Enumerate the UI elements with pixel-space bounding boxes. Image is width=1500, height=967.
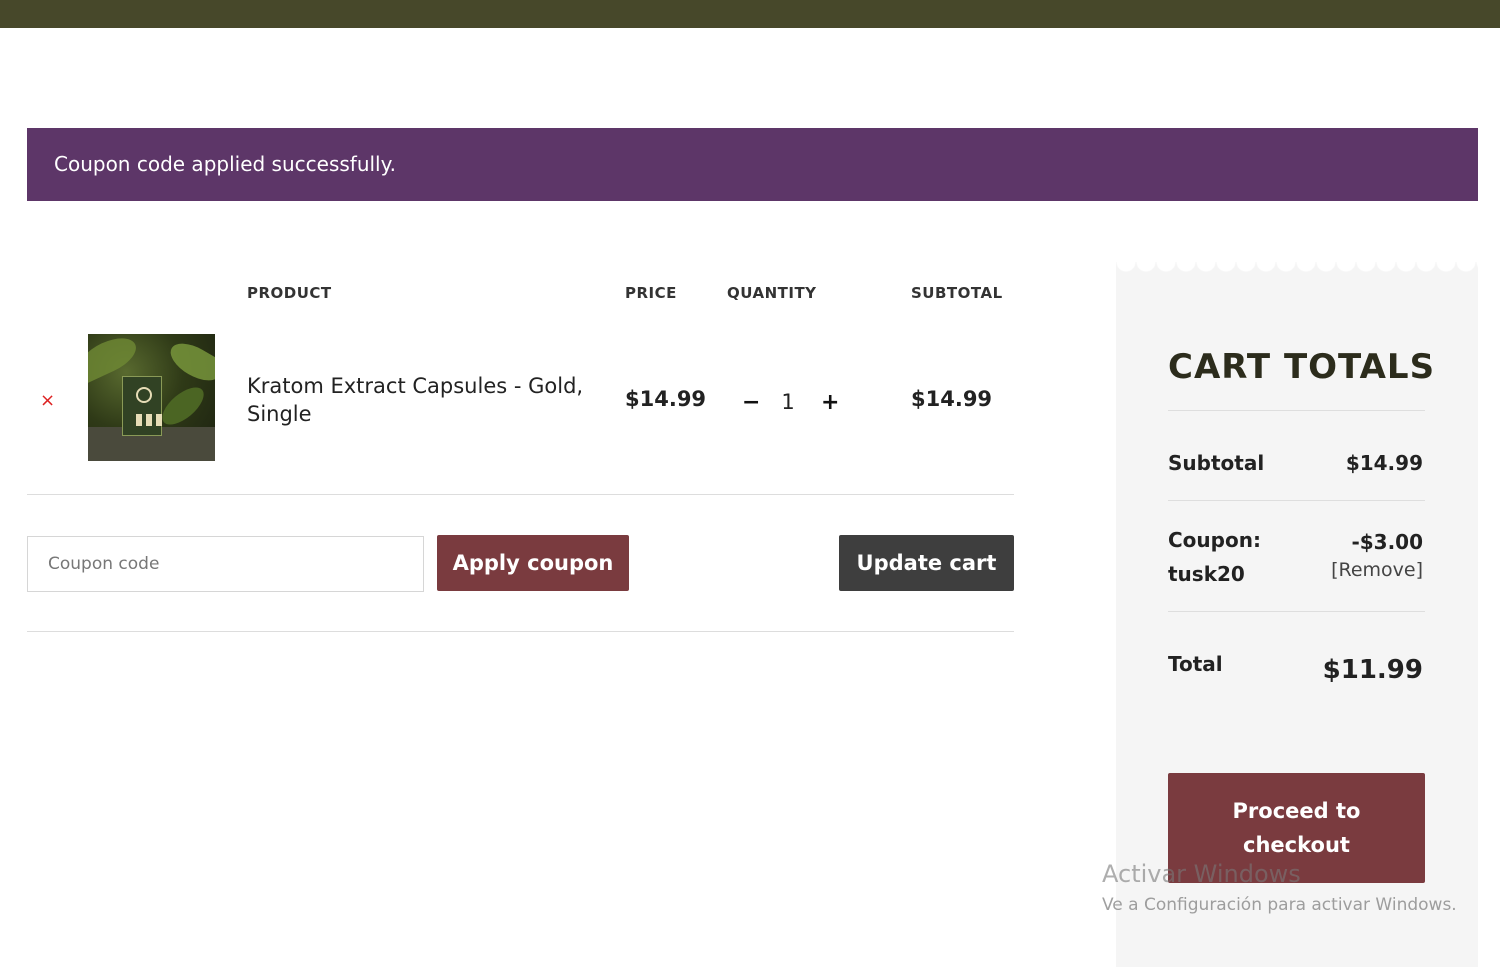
coupon-label: Coupon: (1168, 528, 1261, 552)
remove-coupon-link[interactable]: [Remove] (1331, 559, 1423, 581)
product-thumbnail[interactable] (88, 334, 215, 461)
coupon-code-input[interactable] (27, 536, 424, 592)
quantity-input[interactable]: 1 (775, 390, 801, 414)
product-name-link[interactable]: Kratom Extract Capsules - Gold, Single (247, 372, 607, 428)
item-subtotal: $14.99 (911, 387, 993, 411)
coupon-success-notice: Coupon code applied successfully. (27, 128, 1478, 201)
header-subtotal: SUBTOTAL (911, 284, 1003, 302)
cart-totals-title: CART TOTALS (1168, 347, 1436, 387)
header-product: PRODUCT (247, 284, 332, 302)
header-price: PRICE (625, 284, 677, 302)
totals-divider (1168, 410, 1425, 411)
windows-activation-watermark-subtitle: Ve a Configuración para activar Windows. (1102, 895, 1457, 915)
windows-activation-watermark-title: Activar Windows (1102, 860, 1301, 888)
item-price: $14.99 (625, 387, 707, 411)
totals-divider (1168, 500, 1425, 501)
site-top-bar (0, 0, 1500, 28)
subtotal-label: Subtotal (1168, 451, 1265, 475)
total-label: Total (1168, 652, 1223, 676)
totals-divider (1168, 611, 1425, 612)
coupon-code-label: tusk20 (1168, 562, 1245, 586)
row-divider (27, 494, 1014, 495)
quantity-increase-button[interactable]: + (821, 390, 839, 415)
total-value: $11.99 (1322, 655, 1423, 685)
remove-item-icon[interactable]: × (40, 390, 58, 412)
header-quantity: QUANTITY (727, 284, 817, 302)
coupon-discount-value: -$3.00 (1351, 530, 1423, 554)
subtotal-value: $14.99 (1345, 451, 1423, 475)
apply-coupon-button[interactable]: Apply coupon (437, 535, 629, 591)
actions-divider (27, 631, 1014, 632)
quantity-decrease-button[interactable]: − (742, 390, 760, 415)
update-cart-button[interactable]: Update cart (839, 535, 1014, 591)
